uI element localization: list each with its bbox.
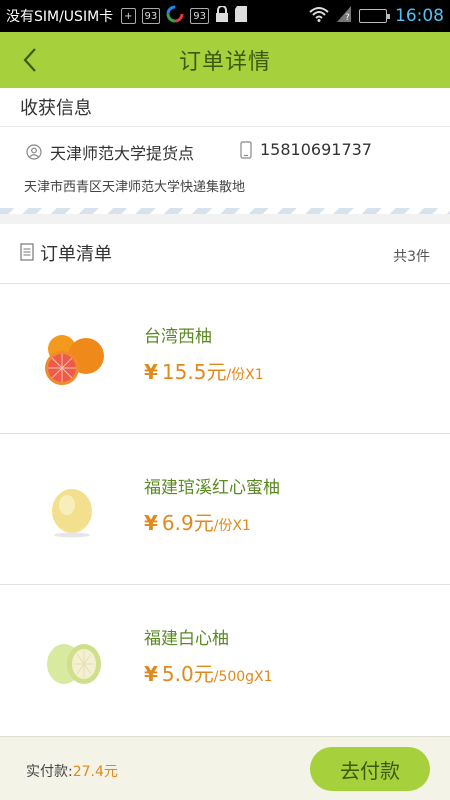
- phone-number: 15810691737: [260, 140, 372, 159]
- order-list-section: 订单清单 共3件 台湾西柚 ¥ 15.5元 /份X1 福建琯溪红心蜜柚 ¥ 6.…: [0, 224, 450, 736]
- price-value: 5.0元: [161, 662, 214, 686]
- paid-label-text: 实付款:: [26, 764, 73, 780]
- order-list-title: 订单清单: [40, 244, 112, 265]
- price-value: 15.5元: [161, 360, 227, 384]
- user-icon: [26, 144, 42, 160]
- page-title: 订单详情: [178, 50, 271, 75]
- yen-symbol: ¥: [144, 360, 158, 384]
- notification-badge-2: 93: [190, 8, 210, 24]
- back-arrow-icon: [23, 48, 36, 72]
- paid-label: 实付款:27.4元: [26, 761, 118, 781]
- white-pomelo-image: [47, 644, 101, 684]
- yen-symbol: ¥: [144, 511, 158, 535]
- add-icon: +: [121, 8, 136, 24]
- divider: [0, 126, 450, 127]
- list-icon: [20, 243, 34, 261]
- price-unit: /500gX1: [213, 669, 273, 685]
- payment-footer: 实付款:27.4元 去付款: [0, 736, 450, 800]
- order-item[interactable]: 福建琯溪红心蜜柚 ¥ 6.9元 /份X1: [0, 435, 450, 585]
- order-item[interactable]: 台湾西柚 ¥ 15.5元 /份X1: [0, 284, 450, 434]
- price-unit: /份X1: [226, 367, 264, 383]
- pomelo-image: [52, 489, 92, 538]
- grapefruit-image: [45, 335, 104, 385]
- item-price: ¥ 5.0元 /500gX1: [144, 658, 273, 687]
- order-list-header: 订单清单 共3件: [0, 224, 450, 284]
- app-icon: [166, 5, 184, 27]
- sd-card-icon: [235, 6, 248, 26]
- battery-icon: [359, 9, 390, 23]
- clock: 16:08: [395, 6, 444, 26]
- status-bar: 没有SIM/USIM卡 + 93 93 ? 16:08: [0, 0, 450, 32]
- pay-button[interactable]: 去付款: [310, 747, 430, 791]
- full-address: 天津市西青区天津师范大学快递集散地: [24, 180, 246, 195]
- back-button[interactable]: [14, 44, 46, 76]
- phone-row: 15810691737: [240, 140, 372, 159]
- paid-amount: 27.4元: [72, 764, 118, 780]
- order-item[interactable]: 福建白心柚 ¥ 5.0元 /500gX1: [0, 586, 450, 736]
- notification-badge: 93: [141, 8, 161, 24]
- signal-icon: ?: [337, 6, 351, 26]
- lock-icon: [215, 5, 229, 26]
- item-price: ¥ 6.9元 /份X1: [144, 507, 251, 536]
- item-name: 福建琯溪红心蜜柚: [144, 478, 280, 498]
- wifi-icon: [309, 6, 329, 26]
- app-header: 订单详情: [0, 32, 450, 88]
- yen-symbol: ¥: [144, 662, 158, 686]
- svg-text:?: ?: [345, 13, 350, 22]
- item-price: ¥ 15.5元 /份X1: [144, 356, 264, 385]
- item-name: 福建白心柚: [144, 629, 229, 649]
- address-section: 收获信息 天津师范大学提货点 15810691737: [0, 88, 450, 214]
- carrier-text: 没有SIM/USIM卡: [6, 9, 114, 25]
- pickup-point-row: 天津师范大学提货点: [26, 140, 194, 164]
- price-value: 6.9元: [161, 511, 214, 535]
- envelope-stripe: [0, 208, 450, 214]
- address-section-title: 收获信息: [20, 98, 92, 119]
- item-name: 台湾西柚: [144, 327, 212, 347]
- item-count: 共3件: [393, 249, 430, 265]
- price-unit: /份X1: [213, 518, 251, 534]
- phone-icon: [240, 140, 252, 159]
- pickup-point-name: 天津师范大学提货点: [50, 144, 195, 163]
